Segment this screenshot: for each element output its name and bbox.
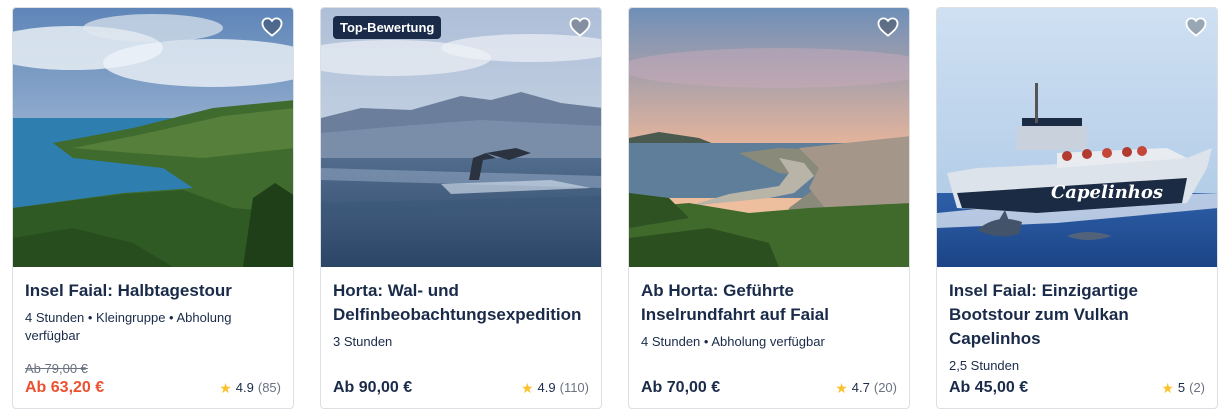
price: Ab 70,00 € (641, 379, 721, 396)
boat-name-text: Capelinhos (1051, 182, 1163, 203)
rating-count: (20) (873, 380, 897, 395)
activity-card[interactable]: Top-Bewertung Horta: Wal- und Delfinbeob… (320, 7, 602, 409)
star-icon: ★ (835, 380, 848, 396)
star-icon: ★ (1161, 380, 1174, 396)
card-details: 3 Stunden (333, 334, 393, 349)
activity-image[interactable] (629, 8, 909, 267)
rating: ★ 4.9 (110) (521, 378, 589, 398)
price: Ab 90,00 € (333, 379, 413, 396)
rating-value: 5 (1177, 380, 1186, 395)
heart-icon (877, 17, 899, 37)
rating: ★ 4.7 (20) (835, 378, 897, 398)
rating-count: (110) (559, 380, 589, 395)
activity-image[interactable] (321, 8, 601, 267)
card-title[interactable]: Insel Faial: Einzigartige Bootstour zum … (949, 279, 1205, 351)
rating: ★ 5 (2) (1161, 378, 1205, 398)
rating-value: 4.9 (537, 380, 556, 395)
sale-price: Ab 63,20 € (25, 379, 105, 396)
rating-value: 4.7 (851, 380, 870, 395)
heart-icon (569, 17, 591, 37)
price: Ab 45,00 € (949, 379, 1029, 396)
card-title[interactable]: Ab Horta: Geführte Inselrundfahrt auf Fa… (641, 279, 897, 327)
wishlist-button[interactable] (1183, 14, 1209, 40)
original-price: Ab 79,00 € (25, 361, 88, 376)
star-icon: ★ (520, 380, 534, 396)
card-title[interactable]: Horta: Wal- und Delfinbeobachtungsexpedi… (333, 279, 589, 327)
star-icon: ★ (219, 380, 232, 396)
heart-icon (1185, 17, 1207, 37)
activity-card[interactable]: Ab Horta: Geführte Inselrundfahrt auf Fa… (628, 7, 910, 409)
wishlist-button[interactable] (259, 14, 285, 40)
activity-image[interactable]: Capelinhos (937, 8, 1217, 267)
wishlist-button[interactable] (567, 14, 593, 40)
rating-count: (2) (1189, 380, 1205, 395)
rating-count: (85) (257, 380, 281, 395)
activity-card[interactable]: Capelinhos Insel Faial: Einzigartige Boo… (936, 7, 1218, 409)
card-title[interactable]: Insel Faial: Halbtagestour (25, 279, 281, 303)
card-details: 4 Stunden • Abholung verfügbar (641, 334, 825, 349)
top-rating-badge: Top-Bewertung (333, 16, 442, 39)
rating: ★ 4.9 (85) (219, 378, 281, 398)
wishlist-button[interactable] (875, 14, 901, 40)
activity-image[interactable] (13, 8, 293, 267)
heart-icon (261, 17, 283, 37)
activity-card[interactable]: Insel Faial: Halbtagestour 4 Stunden • K… (12, 7, 294, 409)
rating-value: 4.9 (235, 380, 254, 395)
card-details: 2,5 Stunden (949, 358, 1020, 373)
card-details: 4 Stunden • Kleingruppe • Abholung verfü… (25, 310, 232, 343)
